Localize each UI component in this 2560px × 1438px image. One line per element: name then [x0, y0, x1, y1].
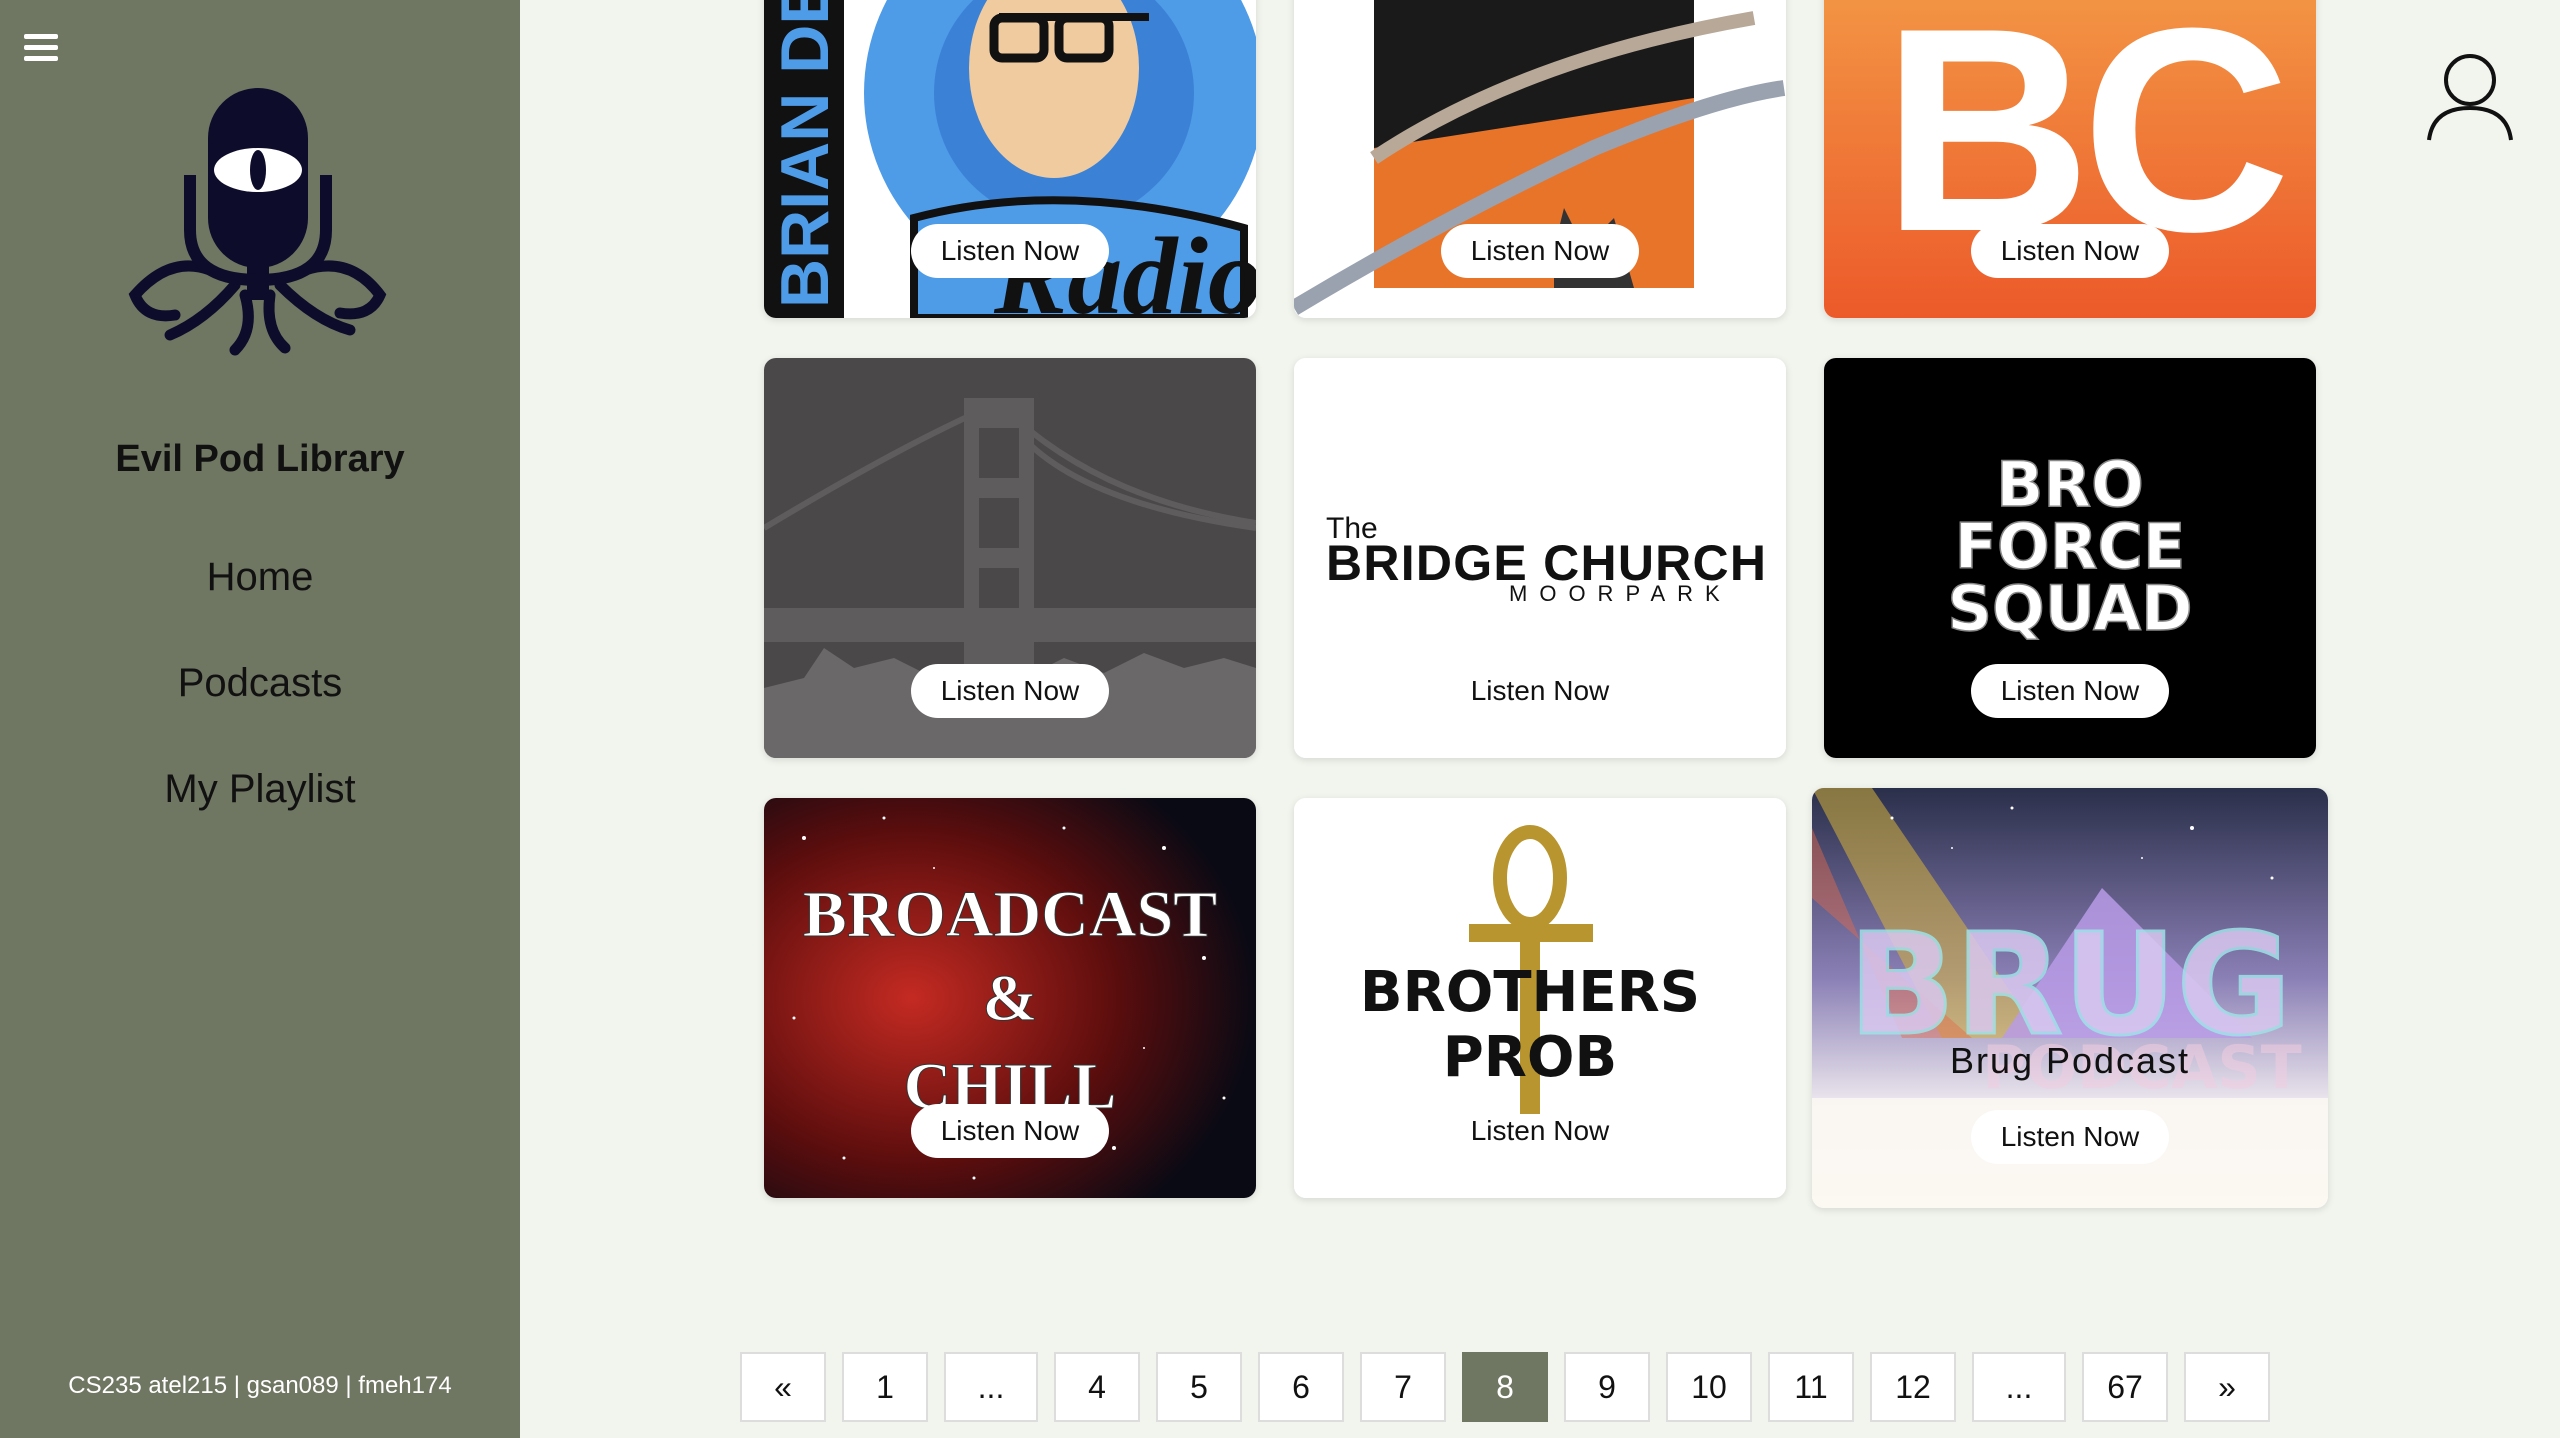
page-button[interactable]: 9 [1564, 1352, 1650, 1422]
page-button[interactable]: 12 [1870, 1352, 1956, 1422]
page-next-button[interactable]: » [2184, 1352, 2270, 1422]
brand-title: Evil Pod Library [115, 438, 405, 480]
podcast-card[interactable]: BROADCAST & CHILL Listen Now [764, 798, 1256, 1198]
podcast-card[interactable]: Listen Now [1294, 0, 1786, 318]
svg-text:MOORPARK: MOORPARK [1509, 581, 1732, 606]
page-button[interactable]: 4 [1054, 1352, 1140, 1422]
listen-now-button[interactable]: Listen Now [911, 224, 1109, 278]
podcast-card[interactable]: Listen Now [764, 358, 1256, 758]
podcast-card[interactable]: BROTHERS PROB Listen Now [1294, 798, 1786, 1198]
listen-now-button[interactable]: Listen Now [1971, 1110, 2169, 1164]
main-nav: Home Podcasts My Playlist [0, 552, 520, 870]
podcast-title: Brug Podcast [1949, 1040, 2191, 1081]
page-ellipsis-button[interactable]: ... [944, 1352, 1038, 1422]
podcast-card[interactable]: BC Listen Now [1824, 0, 2316, 318]
page-prev-button[interactable]: « [740, 1352, 826, 1422]
listen-now-button[interactable]: Listen Now [1441, 664, 1639, 718]
podcast-card[interactable]: The BRIDGE CHURCH MOORPARK Listen Now [1294, 358, 1786, 758]
svg-text:SQUAD: SQUAD [1947, 572, 2192, 645]
svg-text:PROB: PROB [1443, 1025, 1617, 1090]
listen-now-button[interactable]: Listen Now [1971, 664, 2169, 718]
podcast-card[interactable]: BRIAN DEN Radio Listen Now [764, 0, 1256, 318]
listen-now-button[interactable]: Listen Now [1441, 224, 1639, 278]
svg-text:BROTHERS: BROTHERS [1360, 960, 1700, 1025]
page-button[interactable]: 11 [1768, 1352, 1854, 1422]
credits-footer: CS235 atel215 | gsan089 | fmeh174 [68, 1372, 452, 1399]
page-button[interactable]: 67 [2082, 1352, 2168, 1422]
svg-text:&: & [983, 962, 1038, 1035]
nav-home[interactable]: Home [0, 552, 520, 658]
page-button[interactable]: 5 [1156, 1352, 1242, 1422]
nav-my-playlist[interactable]: My Playlist [0, 764, 520, 870]
page-button-current[interactable]: 8 [1462, 1352, 1548, 1422]
page-button[interactable]: 1 [842, 1352, 928, 1422]
user-profile-icon[interactable] [2425, 50, 2515, 142]
nav-podcasts[interactable]: Podcasts [0, 658, 520, 764]
podcast-card[interactable]: BRO FORCE SQUAD Listen Now [1824, 358, 2316, 758]
podcast-monster-logo[interactable] [115, 80, 400, 365]
listen-now-button[interactable]: Listen Now [1441, 1104, 1639, 1158]
listen-now-button[interactable]: Listen Now [911, 664, 1109, 718]
svg-text:BRIAN DEN: BRIAN DEN [767, 0, 843, 308]
listen-now-button[interactable]: Listen Now [911, 1104, 1109, 1158]
page-button[interactable]: 7 [1360, 1352, 1446, 1422]
sidebar: Evil Pod Library Home Podcasts My Playli… [0, 0, 520, 1438]
page-button[interactable]: 10 [1666, 1352, 1752, 1422]
page-button[interactable]: 6 [1258, 1352, 1344, 1422]
listen-now-button[interactable]: Listen Now [1971, 224, 2169, 278]
pagination: « 1 ... 4 5 6 7 8 9 10 11 12 ... 67 » [740, 1352, 2270, 1422]
page-ellipsis-button[interactable]: ... [1972, 1352, 2066, 1422]
podcast-card-hovered[interactable]: BRUG PODCAST Brug Podcast Listen Now [1812, 788, 2328, 1208]
hamburger-menu-icon[interactable] [24, 34, 58, 62]
svg-text:BROADCAST: BROADCAST [803, 878, 1217, 951]
